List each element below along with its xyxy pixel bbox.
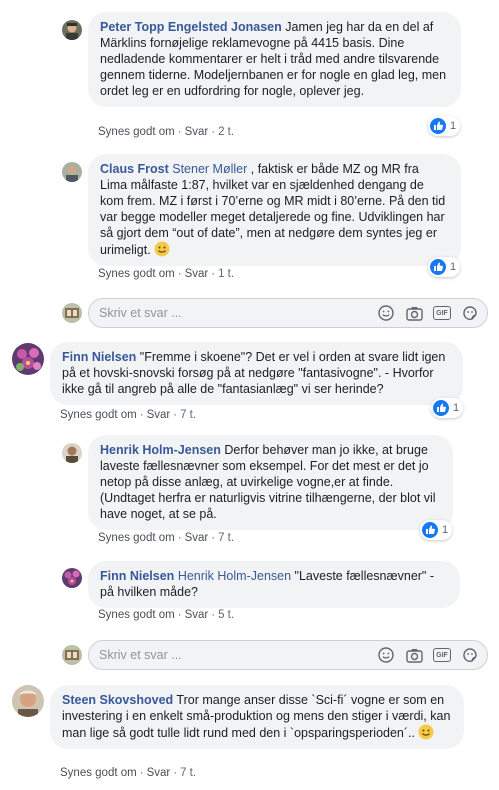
separator: ·: [211, 126, 216, 138]
timestamp[interactable]: 5 t.: [218, 609, 234, 621]
emoji-icon[interactable]: [377, 304, 395, 322]
like-icon: [433, 400, 449, 416]
like-link[interactable]: Synes godt om: [60, 767, 137, 779]
separator: ·: [177, 609, 182, 621]
sticker-icon[interactable]: [461, 304, 479, 322]
separator: ·: [211, 532, 216, 544]
gif-icon[interactable]: GIF: [433, 306, 451, 320]
current-user-avatar: [62, 303, 82, 323]
mention-link[interactable]: Henrik Holm-Jensen: [178, 569, 291, 583]
reply-input[interactable]: Skriv et svar ... GIF: [88, 298, 488, 328]
separator: ·: [139, 409, 144, 421]
reply-link[interactable]: Svar: [147, 767, 171, 779]
comment-actions: Synes godt om · Svar · 2 t.: [98, 126, 234, 138]
smile-emoji-icon: [154, 241, 170, 257]
like-link[interactable]: Synes godt om: [98, 609, 175, 621]
comment-bubble: Henrik Holm-Jensen Derfor behøver man jo…: [88, 435, 453, 530]
reply-link[interactable]: Svar: [185, 126, 209, 138]
camera-icon[interactable]: [405, 646, 423, 664]
current-user-avatar: [62, 645, 82, 665]
reaction-number: 1: [450, 261, 457, 273]
reply-link[interactable]: Svar: [147, 409, 171, 421]
sticker-icon[interactable]: [461, 646, 479, 664]
timestamp[interactable]: 7 t.: [180, 767, 196, 779]
comment-bubble: Finn Nielsen Henrik Holm-Jensen "Laveste…: [88, 561, 460, 608]
like-icon: [430, 118, 446, 134]
comment-author[interactable]: Finn Nielsen: [62, 350, 136, 364]
reaction-number: 1: [442, 524, 449, 536]
smile-emoji-icon: [418, 724, 434, 740]
comment-actions: Synes godt om · Svar · 5 t.: [98, 609, 234, 621]
like-icon: [422, 522, 438, 538]
like-link[interactable]: Synes godt om: [98, 126, 175, 138]
reaction-number: 1: [453, 402, 460, 414]
like-link[interactable]: Synes godt om: [98, 532, 175, 544]
camera-icon[interactable]: [405, 304, 423, 322]
reply-link[interactable]: Svar: [185, 268, 209, 280]
comment-actions: Synes godt om · Svar · 7 t.: [60, 409, 196, 421]
reply-tools: GIF: [377, 646, 479, 664]
comment-actions: Synes godt om · Svar · 1 t.: [98, 268, 234, 280]
mention-link[interactable]: Stener Møller: [172, 162, 247, 176]
avatar[interactable]: [62, 568, 82, 588]
comment-author[interactable]: Steen Skovshoved: [62, 693, 173, 707]
separator: ·: [177, 532, 182, 544]
comment-author[interactable]: Claus Frost: [100, 162, 169, 176]
reply-link[interactable]: Svar: [185, 532, 209, 544]
comment-author[interactable]: Finn Nielsen: [100, 569, 174, 583]
reply-placeholder: Skriv et svar ...: [99, 648, 182, 662]
avatar[interactable]: [62, 443, 82, 463]
comment-bubble: Steen Skovshoved Tror mange anser disse …: [50, 685, 464, 749]
comment-actions: Synes godt om · Svar · 7 t.: [60, 767, 196, 779]
comment-text: , faktisk er både MZ og MR fra Lima målf…: [100, 162, 446, 257]
separator: ·: [177, 268, 182, 280]
like-link[interactable]: Synes godt om: [98, 268, 175, 280]
timestamp[interactable]: 2 t.: [218, 126, 234, 138]
like-link[interactable]: Synes godt om: [60, 409, 137, 421]
gif-icon[interactable]: GIF: [433, 648, 451, 662]
avatar[interactable]: [12, 343, 44, 375]
separator: ·: [173, 409, 178, 421]
avatar[interactable]: [62, 162, 82, 182]
comment-author[interactable]: Peter Topp Engelsted Jonasen: [100, 20, 282, 34]
emoji-icon[interactable]: [377, 646, 395, 664]
separator: ·: [211, 268, 216, 280]
avatar[interactable]: [62, 20, 82, 40]
comment-bubble: Claus Frost Stener Møller , faktisk er b…: [88, 154, 461, 266]
separator: ·: [177, 126, 182, 138]
timestamp[interactable]: 7 t.: [180, 409, 196, 421]
separator: ·: [139, 767, 144, 779]
reply-input[interactable]: Skriv et svar ... GIF: [88, 640, 488, 670]
comment-author[interactable]: Henrik Holm-Jensen: [100, 443, 221, 457]
reply-placeholder: Skriv et svar ...: [99, 306, 182, 320]
reaction-count[interactable]: 1: [431, 398, 464, 418]
comment-bubble: Peter Topp Engelsted Jonasen Jamen jeg h…: [88, 12, 461, 107]
reply-link[interactable]: Svar: [185, 609, 209, 621]
avatar[interactable]: [12, 685, 44, 717]
reaction-number: 1: [450, 120, 457, 132]
comment-bubble: Finn Nielsen "Fremme i skoene"? Det er v…: [50, 342, 463, 405]
separator: ·: [173, 767, 178, 779]
separator: ·: [211, 609, 216, 621]
reply-tools: GIF: [377, 304, 479, 322]
timestamp[interactable]: 7 t.: [218, 532, 234, 544]
comment-actions: Synes godt om · Svar · 7 t.: [98, 532, 234, 544]
like-icon: [430, 259, 446, 275]
reaction-count[interactable]: 1: [420, 520, 453, 540]
reaction-count[interactable]: 1: [428, 116, 461, 136]
timestamp[interactable]: 1 t.: [218, 268, 234, 280]
reaction-count[interactable]: 1: [428, 257, 461, 277]
